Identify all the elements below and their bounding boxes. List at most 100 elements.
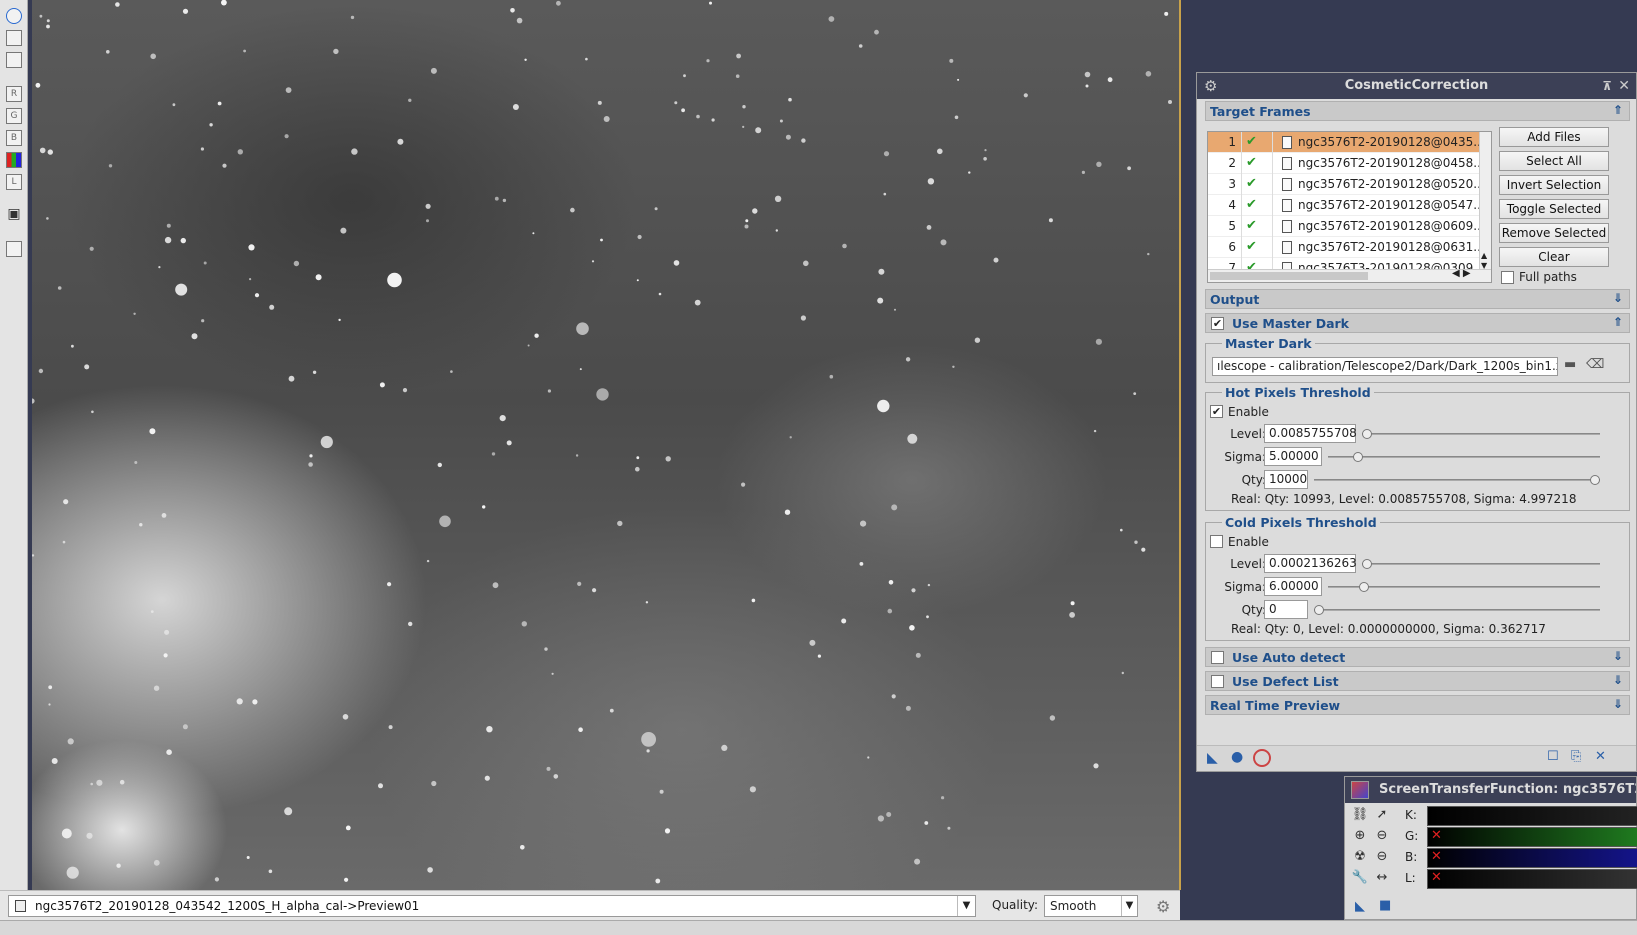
camera-icon[interactable]: ▣ <box>6 207 22 223</box>
browse-documentation-icon[interactable]: ☐ <box>1547 749 1559 764</box>
hot-sigma-field[interactable]: 5.00000 <box>1264 447 1322 466</box>
list-item[interactable]: 2 ✔ ngc3576T2-20190128@0458...-12 <box>1208 153 1491 174</box>
shade-icon[interactable]: ⊼ <box>1602 73 1612 99</box>
shadows-clip-icon[interactable]: ✕ <box>1431 828 1442 843</box>
circle-tool-icon[interactable] <box>6 8 22 24</box>
cold-enable-checkbox[interactable] <box>1210 535 1223 548</box>
cold-qty-slider[interactable] <box>1314 605 1600 615</box>
use-master-dark-checkbox[interactable]: ✔ <box>1211 317 1224 330</box>
target-frames-list[interactable]: 1 ✔ ngc3576T2-20190128@0435...-12 2 ✔ ngc3576… <box>1207 131 1492 283</box>
expand-icon[interactable]: ⇓ <box>1613 673 1623 687</box>
wrench-icon[interactable]: 🔧 <box>1351 870 1369 888</box>
stf-channel-slider[interactable]: ✕ <box>1427 827 1637 847</box>
auto-stretch-icon[interactable]: ☢ <box>1351 849 1369 867</box>
zoom-out-icon[interactable]: ⊖ <box>1373 849 1391 867</box>
section-output[interactable]: Output ⇓ <box>1205 289 1630 309</box>
stf-channel-slider[interactable]: ✕ <box>1427 869 1637 889</box>
section-target-frames[interactable]: Target Frames ⇑ <box>1205 101 1630 121</box>
section-use-defect-list[interactable]: Use Defect List ⇓ <box>1205 671 1630 691</box>
reset-icon[interactable]: ⎘ <box>1571 749 1581 764</box>
list-item[interactable]: 6 ✔ ngc3576T2-20190128@0631...-12 <box>1208 237 1491 258</box>
hot-level-field[interactable]: 0.0085755708 <box>1264 424 1357 443</box>
channel-r-icon[interactable]: R <box>6 86 22 102</box>
gear-icon[interactable]: ⚙ <box>1156 897 1170 916</box>
clear-field-icon[interactable]: ⌫ <box>1586 357 1604 372</box>
stf-channel-slider[interactable]: ✕ <box>1427 848 1637 868</box>
shadows-clip-icon[interactable]: ✕ <box>1431 870 1442 885</box>
hot-level-slider[interactable] <box>1362 429 1600 439</box>
use-auto-detect-checkbox[interactable] <box>1211 651 1224 664</box>
check-icon[interactable]: ✔ <box>1246 197 1257 212</box>
collapse-icon[interactable]: ⇑ <box>1613 103 1623 117</box>
section-use-master-dark[interactable]: ✔ Use Master Dark ⇑ <box>1205 313 1630 333</box>
hot-qty-field[interactable]: 10000 <box>1264 470 1308 489</box>
cold-sigma-field[interactable]: 6.00000 <box>1264 577 1322 596</box>
cold-level-field[interactable]: 0.0002136263 <box>1264 554 1357 573</box>
new-instance-icon[interactable]: ◣ <box>1355 899 1365 914</box>
window-icon[interactable] <box>6 241 22 257</box>
use-defect-list-checkbox[interactable] <box>1211 675 1224 688</box>
apply-icon[interactable] <box>1253 749 1271 767</box>
chevron-down-icon[interactable]: ▼ <box>957 896 975 916</box>
hot-sigma-slider[interactable] <box>1328 452 1600 462</box>
shadows-clip-icon[interactable]: ✕ <box>1431 849 1442 864</box>
list-item[interactable]: 3 ✔ ngc3576T2-20190128@0520...-12 <box>1208 174 1491 195</box>
window-title-bar[interactable]: ⚙ CosmeticCorrection ⊼ ✕ <box>1197 73 1636 99</box>
select-all-button[interactable]: Select All <box>1499 151 1609 171</box>
master-dark-path-field[interactable]: ılescope - calibration/Telescope2/Dark/D… <box>1212 357 1558 376</box>
expand-icon[interactable]: ⇓ <box>1613 291 1623 305</box>
add-files-button[interactable]: Add Files <box>1499 127 1609 147</box>
hot-enable-checkbox[interactable]: ✔ <box>1210 405 1223 418</box>
cold-level-slider[interactable] <box>1362 559 1600 569</box>
cold-sigma-slider[interactable] <box>1328 582 1600 592</box>
vertical-scrollbar[interactable]: ▲ ▼ <box>1479 132 1491 270</box>
section-real-time-preview[interactable]: Real Time Preview ⇓ <box>1205 695 1630 715</box>
hot-qty-slider[interactable] <box>1314 475 1600 485</box>
invert-selection-button[interactable]: Invert Selection <box>1499 175 1609 195</box>
close-icon[interactable]: ✕ <box>1618 73 1630 99</box>
remove-selected-button[interactable]: Remove Selected <box>1499 223 1609 243</box>
link-icon[interactable]: ↔ <box>1373 870 1391 888</box>
channel-b-icon[interactable]: B <box>6 130 22 146</box>
apply-global-icon[interactable]: ● <box>1231 749 1243 765</box>
quality-select[interactable]: Smooth ▼ <box>1044 895 1138 917</box>
collapse-icon[interactable]: ⇑ <box>1613 315 1623 329</box>
stf-channel-slider[interactable] <box>1427 806 1637 826</box>
channel-g-icon[interactable]: G <box>6 108 22 124</box>
channel-l-icon[interactable]: L <box>6 174 22 190</box>
apply-icon[interactable]: ■ <box>1379 898 1391 913</box>
new-instance-icon[interactable]: ◣ <box>1207 750 1218 766</box>
horizontal-scrollbar[interactable]: ◀ ▶ <box>1208 268 1491 282</box>
clone-window-icon[interactable] <box>6 52 22 68</box>
expand-icon[interactable]: ⇓ <box>1613 697 1623 711</box>
cold-qty-field[interactable]: 0 <box>1264 600 1308 619</box>
section-use-auto-detect[interactable]: Use Auto detect ⇓ <box>1205 647 1630 667</box>
window-title-bar[interactable]: ScreenTransferFunction: ngc3576T2_ <box>1345 777 1636 803</box>
reset-parameters-icon[interactable]: ✕ <box>1595 749 1606 764</box>
gear-icon[interactable]: ⚙ <box>1204 73 1217 99</box>
pointer-icon[interactable]: ➚ <box>1373 807 1391 825</box>
list-item[interactable]: 5 ✔ ngc3576T2-20190128@0609...-12 <box>1208 216 1491 237</box>
check-icon[interactable]: ✔ <box>1246 239 1257 254</box>
image-view[interactable] <box>32 0 1180 890</box>
zoom-in-icon[interactable]: ⊕ <box>1351 828 1369 846</box>
check-icon[interactable]: ✔ <box>1246 218 1257 233</box>
list-item[interactable]: 4 ✔ ngc3576T2-20190128@0547...-12 <box>1208 195 1491 216</box>
toggle-selected-button[interactable]: Toggle Selected <box>1499 199 1609 219</box>
new-window-icon[interactable] <box>6 30 22 46</box>
check-icon[interactable]: ✔ <box>1246 155 1257 170</box>
rgb-channels-icon[interactable] <box>6 152 22 168</box>
check-icon[interactable]: ✔ <box>1246 134 1257 149</box>
star <box>116 863 121 868</box>
expand-icon[interactable]: ⇓ <box>1613 649 1623 663</box>
link-icon[interactable]: ⛓ <box>1351 807 1369 825</box>
list-item[interactable]: 1 ✔ ngc3576T2-20190128@0435...-12 <box>1208 132 1491 153</box>
full-paths-checkbox[interactable] <box>1501 271 1514 284</box>
star <box>388 725 393 730</box>
check-icon[interactable]: ✔ <box>1246 176 1257 191</box>
folder-icon[interactable]: ▬ <box>1564 357 1576 372</box>
zoom-out-icon[interactable]: ⊖ <box>1373 828 1391 846</box>
view-selector[interactable]: ngc3576T2_20190128_043542_1200S_H_alpha_… <box>8 895 976 917</box>
clear-button[interactable]: Clear <box>1499 247 1609 267</box>
chevron-down-icon[interactable]: ▼ <box>1121 896 1137 916</box>
